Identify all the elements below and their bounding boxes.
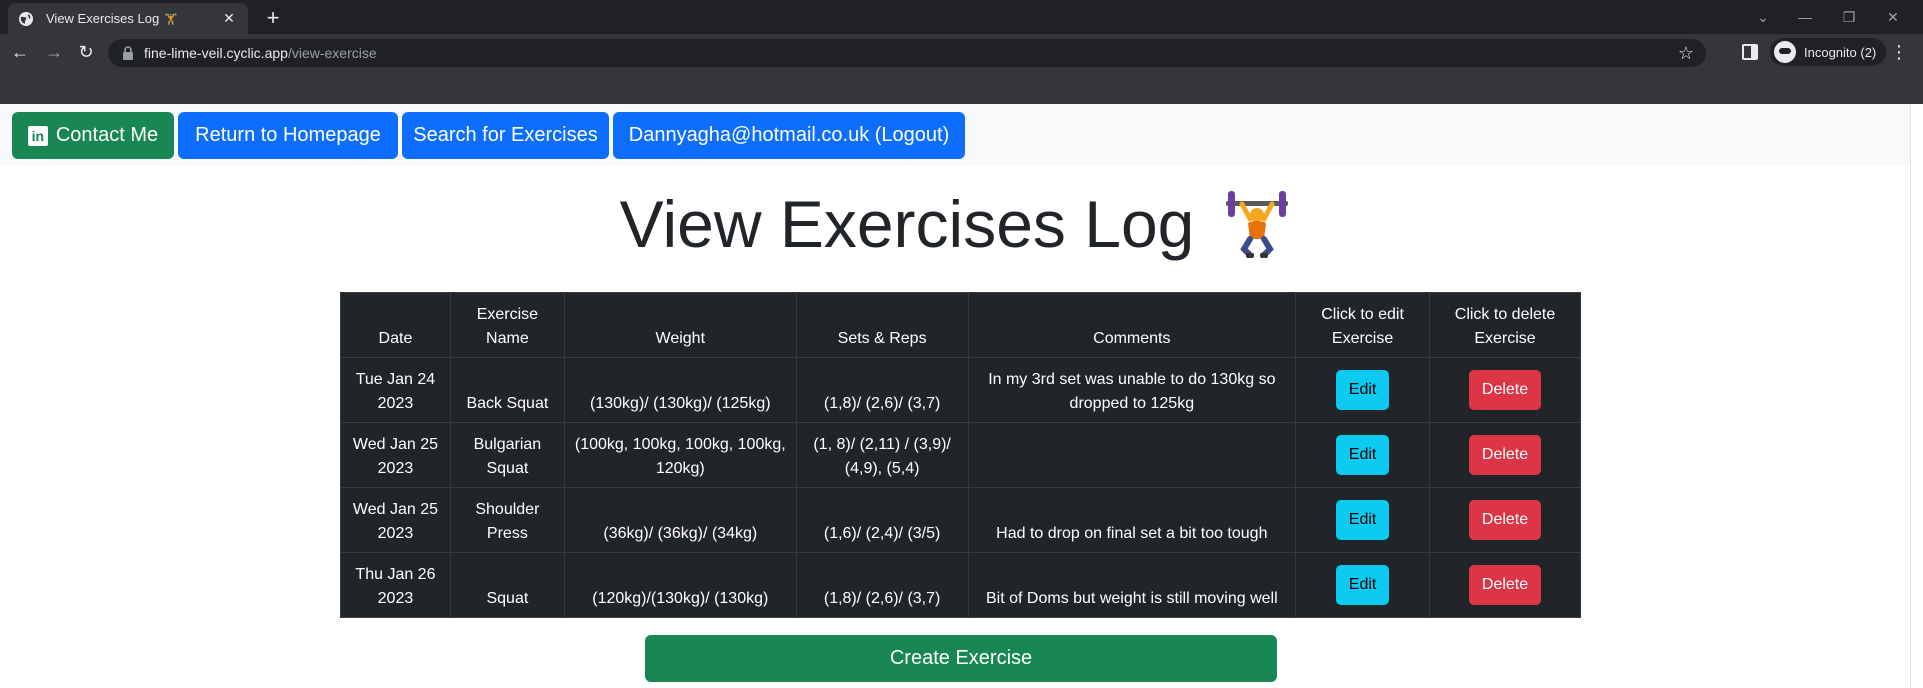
return-homepage-button[interactable]: Return to Homepage xyxy=(178,112,398,159)
cell-sets-reps: (1,8)/ (2,6)/ (3,7) xyxy=(795,357,969,423)
restore-icon[interactable]: ❐ xyxy=(1836,4,1862,30)
delete-button[interactable]: Delete xyxy=(1468,500,1542,540)
header-edit: Click to edit Exercise xyxy=(1295,292,1431,358)
cell-exercise-name: Back Squat xyxy=(449,357,565,423)
minimize-icon[interactable]: — xyxy=(1792,4,1818,30)
logout-button[interactable]: Dannyagha@hotmail.co.uk (Logout) xyxy=(613,112,965,159)
reload-icon[interactable]: ↻ xyxy=(72,38,100,66)
cell-sets-reps: (1,6)/ (2,4)/ (3/5) xyxy=(795,487,969,553)
browser-toolbar: ← → ↻ fine-lime-veil.cyclic.app/view-exe… xyxy=(0,34,1923,104)
edit-button[interactable]: Edit xyxy=(1335,500,1390,540)
edit-button[interactable]: Edit xyxy=(1335,435,1390,475)
cell-delete: Delete xyxy=(1429,422,1581,488)
cell-edit: Edit xyxy=(1295,422,1431,488)
exercise-log-table: Date Exercise Name Weight Sets & Reps Co… xyxy=(340,292,1581,618)
delete-button[interactable]: Delete xyxy=(1468,435,1542,475)
browser-tab[interactable]: View Exercises Log 🏋 ✕ xyxy=(8,3,248,34)
cell-weight: (100kg, 100kg, 100kg, 100kg, 120kg) xyxy=(563,422,797,488)
cell-comments: In my 3rd set was unable to do 130kg so … xyxy=(967,357,1297,423)
url-host: fine-lime-veil.cyclic.app xyxy=(144,45,288,61)
cell-delete: Delete xyxy=(1429,487,1581,553)
profile-label: Incognito (2) xyxy=(1804,44,1877,60)
globe-icon xyxy=(19,11,33,26)
edit-button[interactable]: Edit xyxy=(1335,565,1390,605)
page-title: View Exercises Log xyxy=(0,186,1910,262)
side-panel-icon[interactable] xyxy=(1742,44,1758,60)
lock-icon xyxy=(123,46,133,60)
header-exercise-name: Exercise Name xyxy=(449,292,565,358)
cell-weight: (120kg)/(130kg)/ (130kg) xyxy=(563,552,797,618)
cell-exercise-name: Shoulder Press xyxy=(449,487,565,553)
url-path: /view-exercise xyxy=(287,45,377,61)
incognito-profile[interactable]: Incognito (2) xyxy=(1770,38,1887,66)
tab-title: View Exercises Log 🏋 xyxy=(46,11,178,26)
tab-emoji: 🏋 xyxy=(164,14,178,26)
table-row: Wed Jan 25 2023 Bulgarian Squat (100kg, … xyxy=(340,422,1581,488)
header-date: Date xyxy=(340,292,451,358)
plus-icon[interactable]: + xyxy=(260,5,286,31)
forward-icon[interactable]: → xyxy=(40,38,68,66)
cell-weight: (36kg)/ (36kg)/ (34kg) xyxy=(563,487,797,553)
scrollbar[interactable] xyxy=(1910,104,1923,688)
cell-comments: Had to drop on final set a bit too tough xyxy=(967,487,1297,553)
table-header-row: Date Exercise Name Weight Sets & Reps Co… xyxy=(340,292,1581,358)
cell-delete: Delete xyxy=(1429,357,1581,423)
incognito-icon xyxy=(1774,41,1796,63)
table-row: Wed Jan 25 2023 Shoulder Press (36kg)/ (… xyxy=(340,487,1581,553)
header-weight: Weight xyxy=(563,292,797,358)
cell-sets-reps: (1, 8)/ (2,11) / (3,9)/ (4,9), (5,4) xyxy=(795,422,969,488)
window-close-icon[interactable]: ✕ xyxy=(1880,4,1906,30)
star-icon[interactable]: ☆ xyxy=(1678,43,1694,63)
contact-me-label: Contact Me xyxy=(55,124,159,146)
table-row: Thu Jan 26 2023 Squat (120kg)/(130kg)/ (… xyxy=(340,552,1581,618)
linkedin-icon: in xyxy=(27,125,48,146)
contact-me-button[interactable]: in Contact Me xyxy=(12,112,174,159)
header-sets-reps: Sets & Reps xyxy=(795,292,969,358)
edit-button[interactable]: Edit xyxy=(1335,370,1390,410)
search-exercises-button[interactable]: Search for Exercises xyxy=(402,112,609,159)
page-content: in Contact Me Return to Homepage Search … xyxy=(0,104,1923,688)
weightlifter-icon xyxy=(1226,191,1289,258)
cell-date: Tue Jan 24 2023 xyxy=(340,357,451,423)
cell-date: Wed Jan 25 2023 xyxy=(340,422,451,488)
delete-button[interactable]: Delete xyxy=(1468,565,1542,605)
back-icon[interactable]: ← xyxy=(6,38,34,66)
browser-titlebar: View Exercises Log 🏋 ✕ + ⌄ — ❐ ✕ xyxy=(0,0,1923,34)
cell-edit: Edit xyxy=(1295,552,1431,618)
cell-date: Thu Jan 26 2023 xyxy=(340,552,451,618)
kebab-icon[interactable]: ⋮ xyxy=(1890,38,1908,66)
table-row: Tue Jan 24 2023 Back Squat (130kg)/ (130… xyxy=(340,357,1581,423)
cell-comments xyxy=(967,422,1297,488)
cell-exercise-name: Squat xyxy=(449,552,565,618)
cell-edit: Edit xyxy=(1295,487,1431,553)
delete-button[interactable]: Delete xyxy=(1468,370,1542,410)
cell-edit: Edit xyxy=(1295,357,1431,423)
cell-weight: (130kg)/ (130kg)/ (125kg) xyxy=(563,357,797,423)
cell-comments: Bit of Doms but weight is still moving w… xyxy=(967,552,1297,618)
header-comments: Comments xyxy=(967,292,1297,358)
navbar: in Contact Me Return to Homepage Search … xyxy=(0,104,1910,166)
cell-date: Wed Jan 25 2023 xyxy=(340,487,451,553)
header-delete: Click to delete Exercise xyxy=(1429,292,1581,358)
cell-exercise-name: Bulgarian Squat xyxy=(449,422,565,488)
chevron-down-icon[interactable]: ⌄ xyxy=(1750,4,1776,30)
cell-delete: Delete xyxy=(1429,552,1581,618)
create-exercise-button[interactable]: Create Exercise xyxy=(645,635,1277,682)
address-bar[interactable]: fine-lime-veil.cyclic.app/view-exercise … xyxy=(108,39,1706,67)
cell-sets-reps: (1,8)/ (2,6)/ (3,7) xyxy=(795,552,969,618)
close-icon[interactable]: ✕ xyxy=(220,10,238,27)
